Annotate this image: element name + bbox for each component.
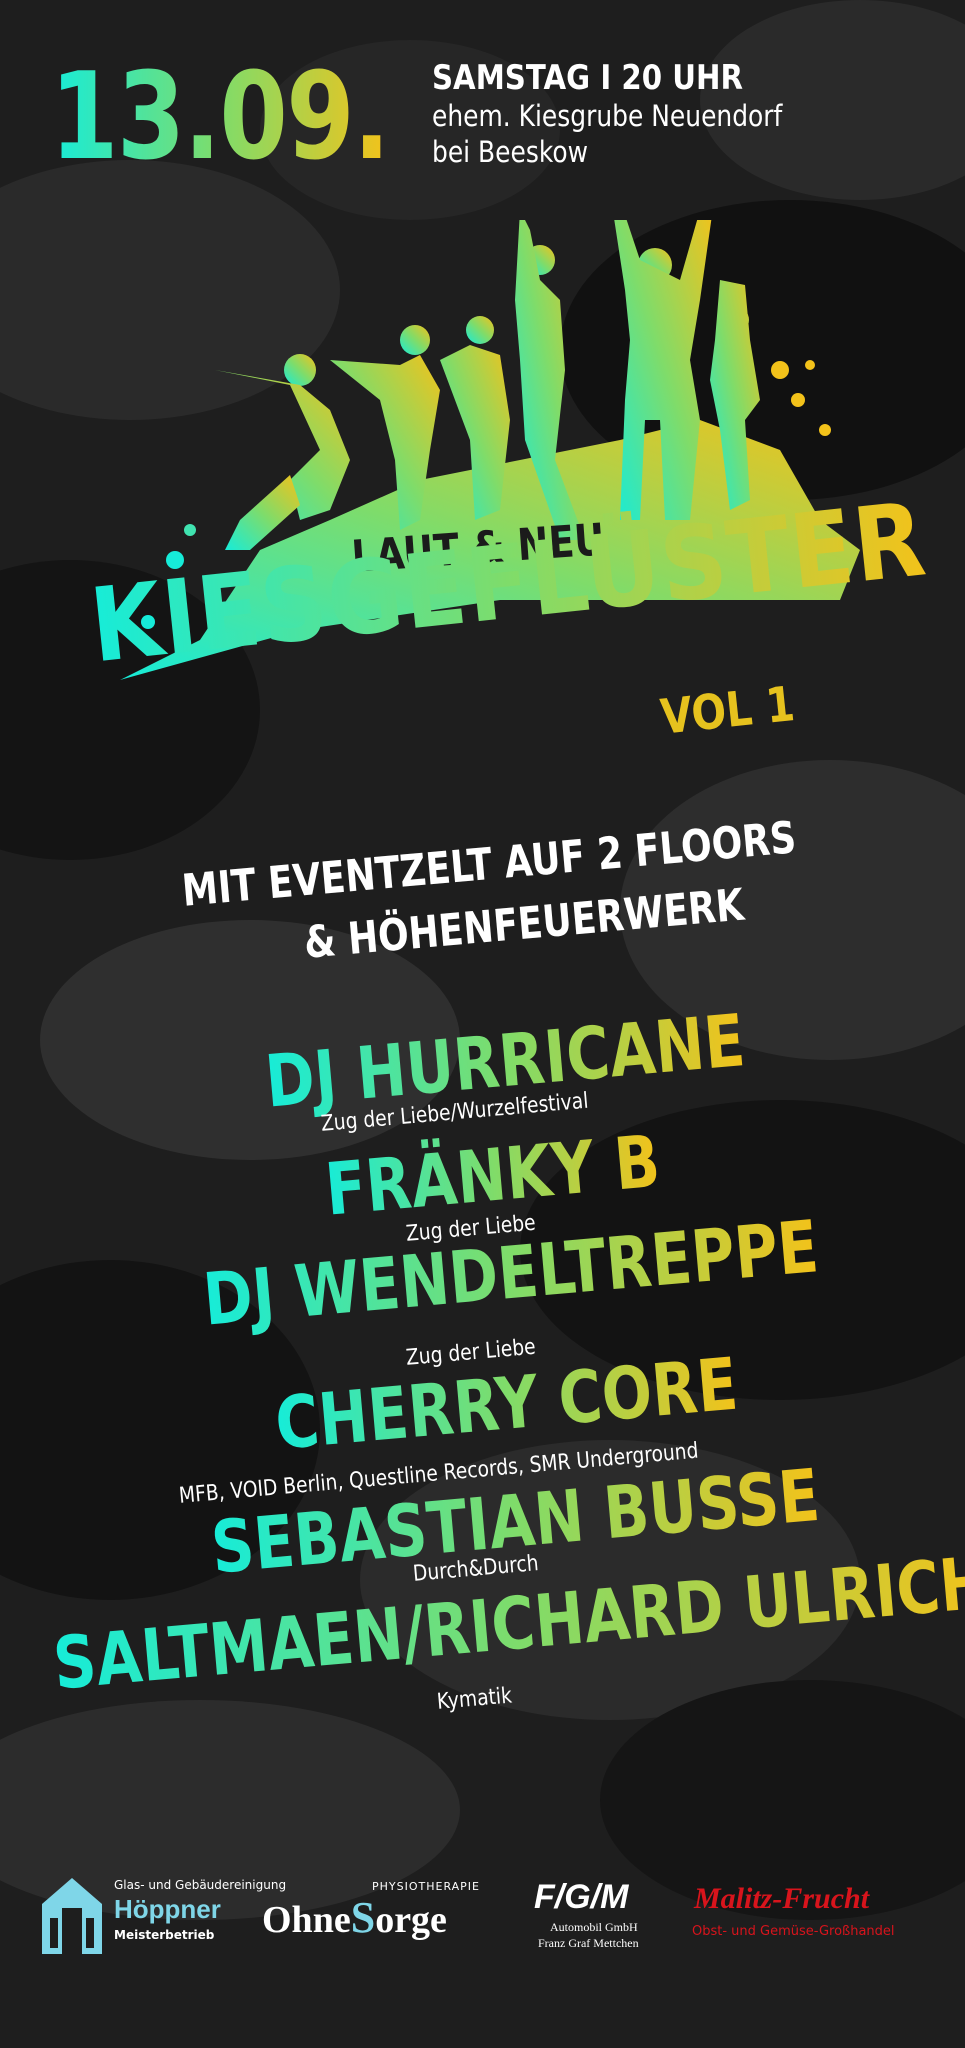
sponsor-ohnesorge: PHYSIOTHERAPIE OhneSorge <box>262 1878 502 1958</box>
sponsor-ohnesorge-pre: Ohne <box>262 1899 351 1941</box>
sponsor-ohnesorge-logo: OhneSorge <box>262 1892 447 1943</box>
building-icon <box>42 1878 102 1954</box>
sponsor-malitz-name: Malitz-Frucht <box>694 1882 870 1915</box>
sponsor-fgm-line2: Franz Graf Mettchen <box>538 1936 639 1950</box>
sponsor-hoeppner-name: Höppner <box>114 1894 221 1924</box>
sponsor-malitz-tag: Obst- und Gemüse-Großhandel <box>692 1924 895 1939</box>
s-swoosh-icon: S <box>350 1893 376 1942</box>
event-date: 13.09. <box>50 48 390 187</box>
sponsor-malitz: Malitz-Frucht Obst- und Gemüse-Großhande… <box>690 1878 940 1958</box>
event-venue-line1: ehem. Kiesgrube Neuendorf <box>432 99 783 133</box>
sponsor-fgm-line1: Automobil GmbH <box>550 1920 638 1934</box>
sponsor-fgm: F/G/M Automobil GmbH Franz Graf Mettchen <box>528 1878 658 1958</box>
sponsor-hoeppner: Glas- und Gebäudereinigung Höppner Meist… <box>38 1878 286 1958</box>
sponsor-hoeppner-line3: Meisterbetrieb <box>114 1928 215 1942</box>
sponsor-fgm-mark: F/G/M <box>534 1878 629 1916</box>
lineup-act-info: Kymatik <box>436 1683 513 1715</box>
sponsor-hoeppner-line1: Glas- und Gebäudereinigung <box>114 1878 287 1892</box>
event-info: SAMSTAG I 20 UHR ehem. Kiesgrube Neuendo… <box>432 58 839 170</box>
event-venue-line2: bei Beeskow <box>432 135 589 169</box>
event-poster: 13.09. SAMSTAG I 20 UHR ehem. Kiesgrube … <box>0 0 965 2048</box>
event-day-time: SAMSTAG I 20 UHR <box>432 58 743 98</box>
sponsor-ohnesorge-post: orge <box>375 1899 447 1941</box>
